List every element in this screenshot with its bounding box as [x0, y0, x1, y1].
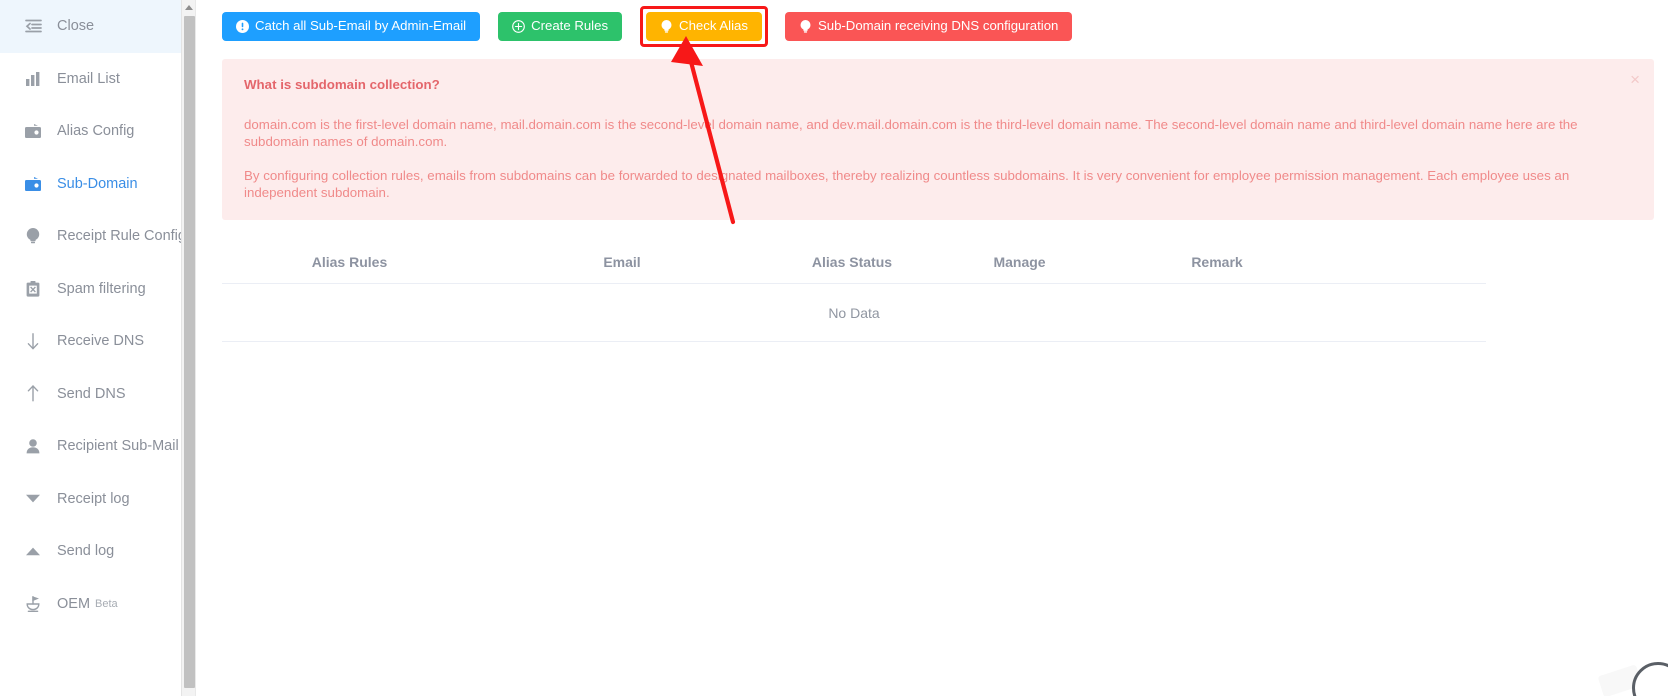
- bulb-icon: [22, 227, 44, 245]
- collapse-menu-icon: [22, 17, 44, 35]
- table-header-remark: Remark: [1191, 253, 1243, 270]
- sidebar-item-label: Close: [57, 18, 95, 34]
- sidebar-item-label: Receipt log: [57, 490, 130, 507]
- sidebar-item-receipt-log[interactable]: Receipt log: [0, 473, 195, 526]
- table-empty-state: No Data: [222, 284, 1486, 342]
- check-alias-highlight-box: Check Alias: [640, 5, 768, 47]
- user-icon: [22, 437, 44, 455]
- wallet-icon: [22, 175, 44, 193]
- help-button-fragment[interactable]: [1632, 662, 1668, 696]
- close-icon[interactable]: ×: [1630, 71, 1640, 88]
- sidebar-item-send-dns[interactable]: Send DNS: [0, 368, 195, 421]
- sidebar-item-email-list[interactable]: Email List: [0, 53, 195, 106]
- table-header-row: Alias Rules Email Alias Status Manage Re…: [222, 240, 1486, 284]
- alert-title: What is subdomain collection?: [244, 77, 440, 92]
- table-header-manage: Manage: [993, 253, 1046, 270]
- main-content: Catch all Sub-Email by Admin-Email Creat…: [196, 0, 1668, 696]
- info-alert-box: × What is subdomain collection? domain.c…: [222, 59, 1654, 220]
- sidebar-item-label: OEM: [57, 595, 91, 612]
- sidebar-item-receive-dns[interactable]: Receive DNS: [0, 315, 195, 368]
- button-label: Create Rules: [531, 18, 609, 34]
- arrow-down-icon: [22, 332, 44, 350]
- sidebar-item-label: Spam filtering: [57, 280, 146, 297]
- sidebar-item-beta-tag: Beta: [95, 597, 118, 610]
- toolbar: Catch all Sub-Email by Admin-Email Creat…: [222, 5, 1668, 47]
- bulb-icon: [660, 19, 673, 33]
- sub-domain-dns-config-button[interactable]: Sub-Domain receiving DNS configuration: [784, 11, 1073, 41]
- info-circle-icon: [236, 19, 249, 33]
- flag-base-icon: [22, 595, 44, 613]
- alert-paragraph-2: By configuring collection rules, emails …: [244, 168, 1570, 200]
- sidebar-item-label: Send DNS: [57, 385, 126, 402]
- button-label: Sub-Domain receiving DNS configuration: [817, 18, 1059, 34]
- sidebar-item-label: Alias Config: [57, 123, 135, 139]
- caret-down-icon: [22, 490, 44, 508]
- sidebar-item-label: Recipient Sub-Mail: [57, 438, 179, 454]
- button-label: Check Alias: [679, 18, 748, 34]
- sidebar-item-close[interactable]: Close: [0, 0, 195, 53]
- table-header-alias-rules: Alias Rules: [311, 253, 388, 270]
- sidebar-item-recipient-sub-mail[interactable]: Recipient Sub-Mail: [0, 420, 195, 473]
- sidebar-item-receipt-rule-config[interactable]: Receipt Rule Config: [0, 210, 195, 263]
- sidebar: Close Email List Alias Config Sub-Domain…: [0, 0, 196, 696]
- sidebar-item-oem[interactable]: OEM Beta: [0, 578, 195, 631]
- scroll-up-arrow-icon[interactable]: [182, 0, 195, 15]
- sidebar-item-sub-domain[interactable]: Sub-Domain: [0, 158, 195, 211]
- bar-chart-icon: [22, 70, 44, 88]
- catch-all-sub-email-button[interactable]: Catch all Sub-Email by Admin-Email: [222, 11, 481, 41]
- caret-up-icon: [22, 542, 44, 560]
- alert-paragraph-1: domain.com is the first-level domain nam…: [244, 117, 1578, 149]
- sidebar-item-label: Sub-Domain: [57, 175, 138, 192]
- bulb-icon: [799, 19, 812, 33]
- sidebar-item-label: Receive DNS: [57, 333, 145, 349]
- table-header-email: Email: [603, 253, 641, 270]
- sidebar-item-alias-config[interactable]: Alias Config: [0, 105, 195, 158]
- clipboard-x-icon: [22, 280, 44, 298]
- sidebar-item-label: Receipt Rule Config: [57, 228, 186, 244]
- button-label: Catch all Sub-Email by Admin-Email: [255, 18, 467, 34]
- sidebar-item-label: Send log: [57, 543, 115, 559]
- scrollbar-thumb[interactable]: [184, 16, 195, 688]
- sidebar-scrollbar[interactable]: [181, 0, 195, 696]
- wallet-icon: [22, 122, 44, 140]
- application-window: Close Email List Alias Config Sub-Domain…: [0, 0, 1668, 696]
- plus-circle-icon: [512, 19, 525, 33]
- sidebar-item-label: Email List: [57, 70, 120, 87]
- sidebar-item-spam-filtering[interactable]: Spam filtering: [0, 263, 195, 316]
- alias-rules-table: Alias Rules Email Alias Status Manage Re…: [222, 240, 1486, 342]
- sidebar-item-send-log[interactable]: Send log: [0, 525, 195, 578]
- check-alias-button[interactable]: Check Alias: [646, 11, 762, 41]
- table-header-alias-status: Alias Status: [811, 253, 893, 270]
- create-rules-button[interactable]: Create Rules: [498, 11, 623, 41]
- arrow-up-icon: [22, 385, 44, 403]
